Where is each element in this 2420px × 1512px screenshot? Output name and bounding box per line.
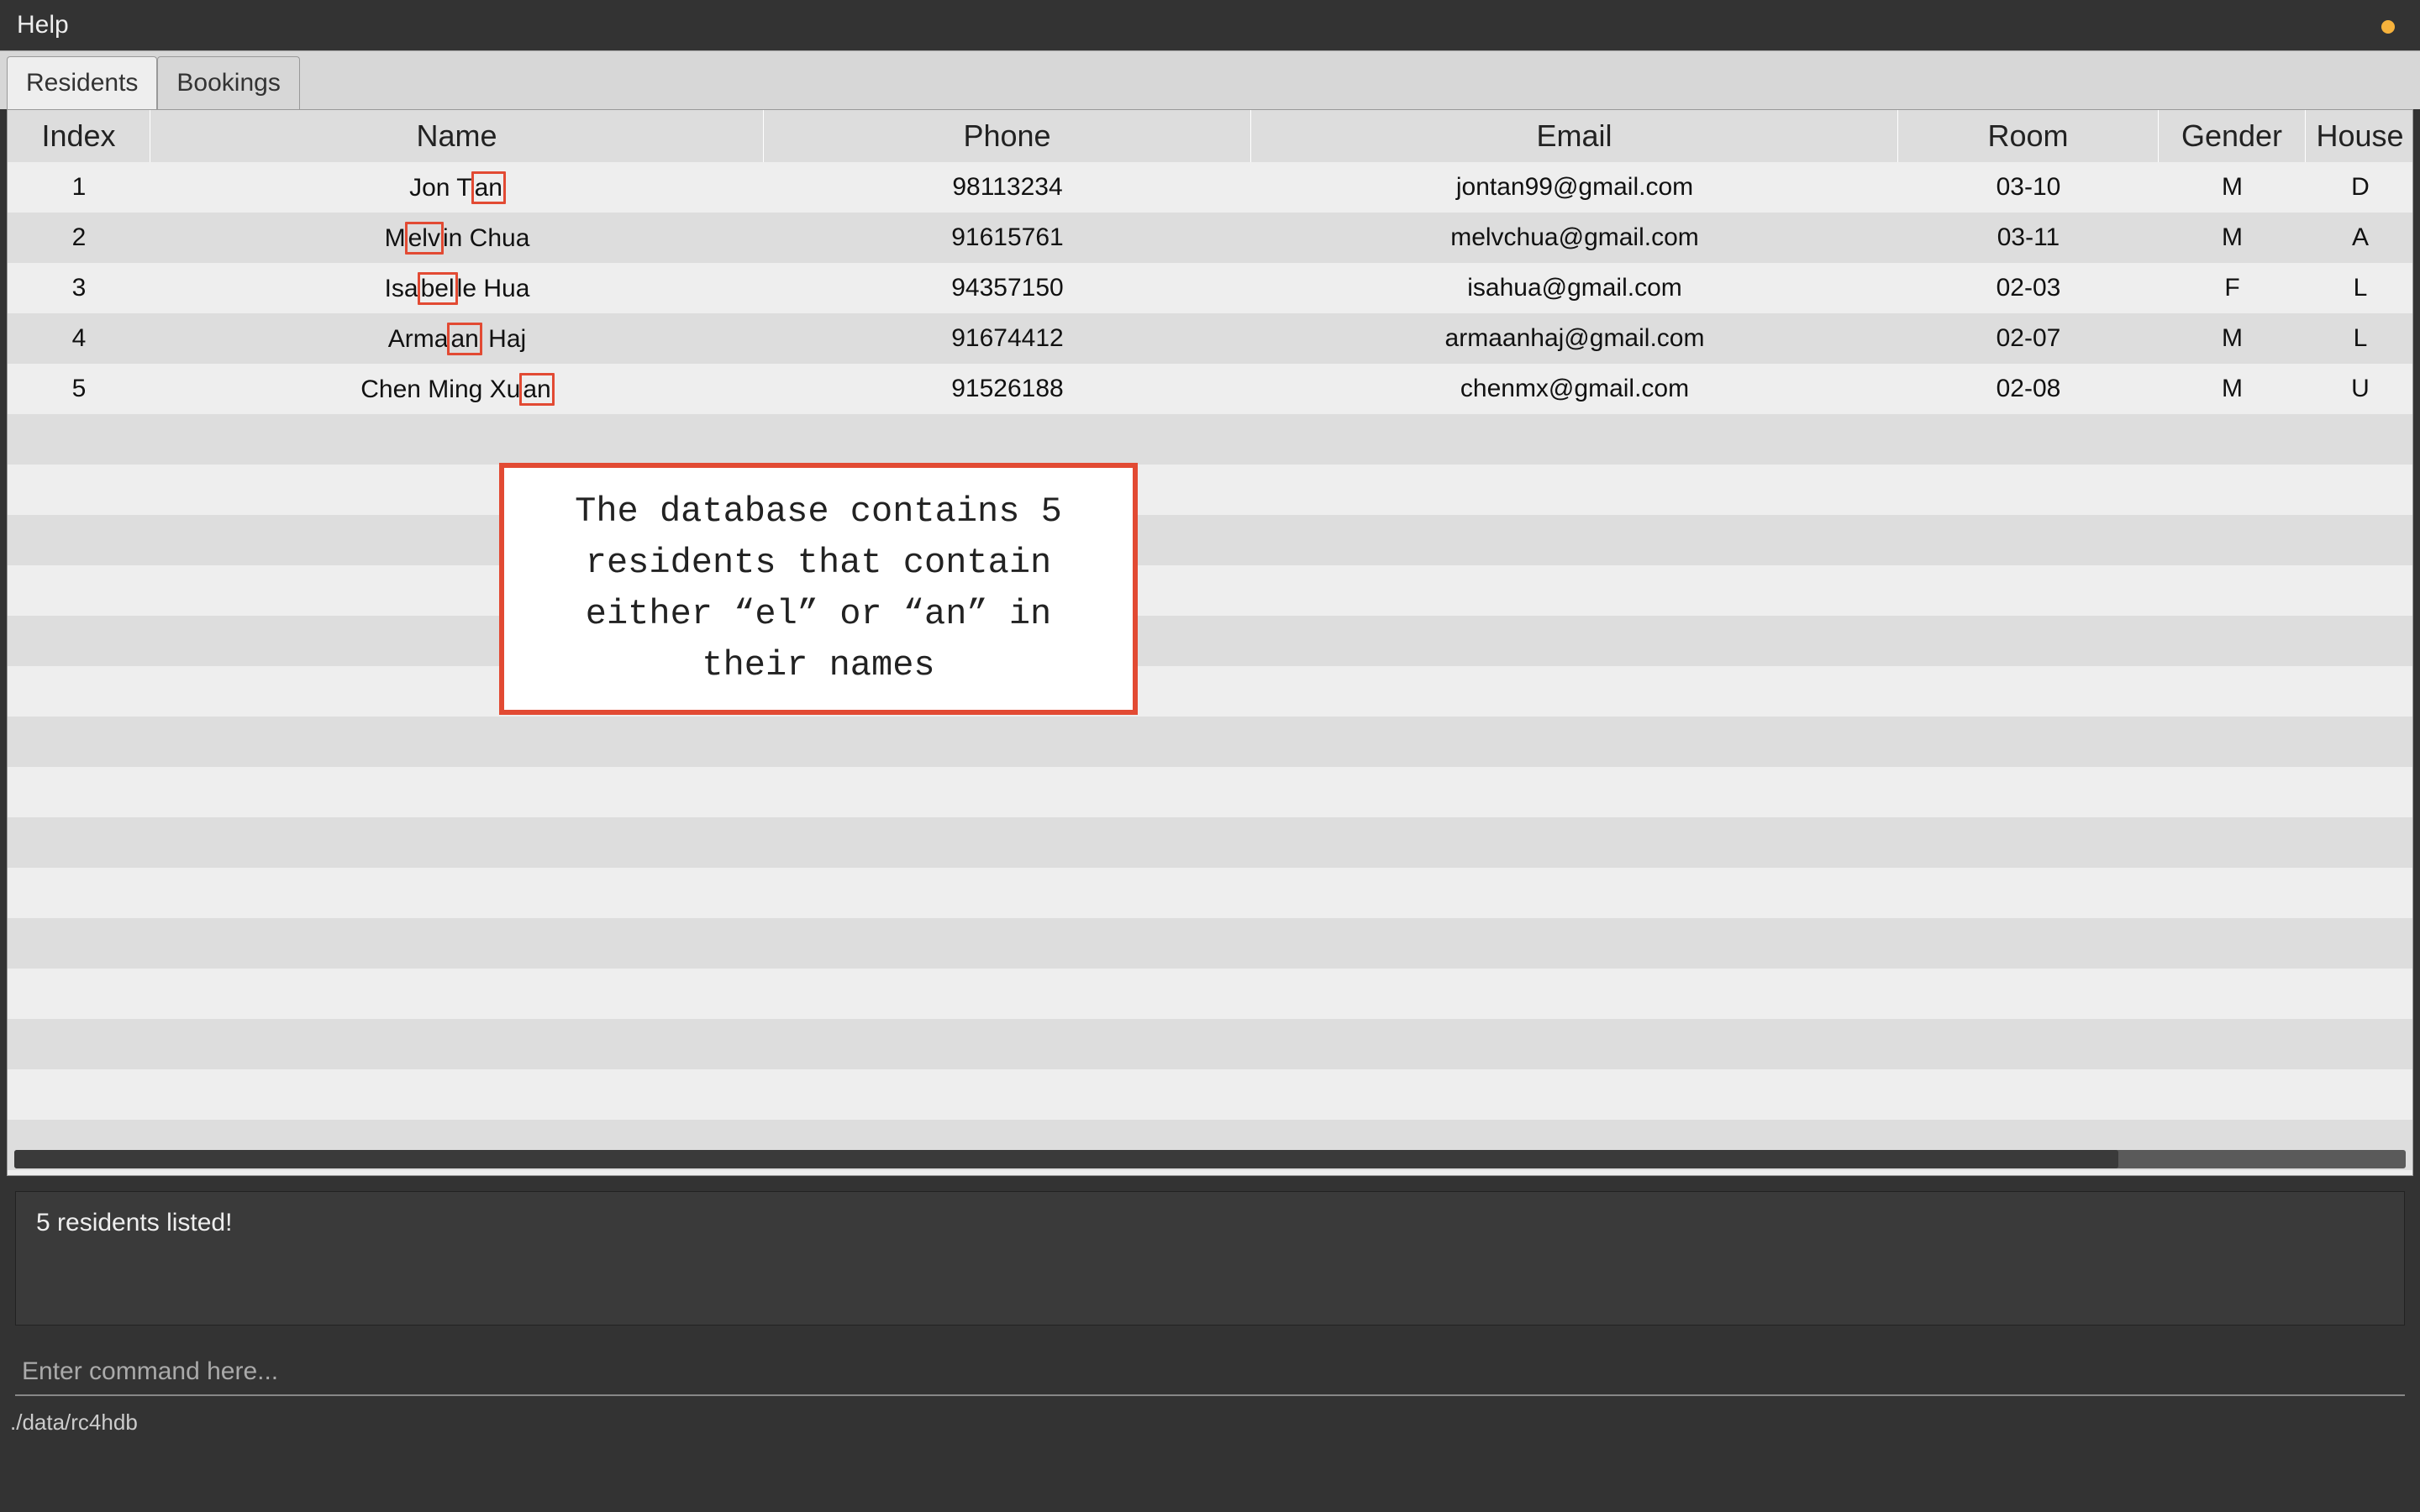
table-row-empty [8, 969, 2413, 1019]
cell-room: 02-08 [1898, 364, 2159, 414]
col-house[interactable]: House [2306, 110, 2413, 162]
cell-gender: F [2159, 263, 2306, 313]
table-row-empty [8, 414, 2413, 465]
highlight: bel [418, 272, 458, 305]
cell-index: 4 [8, 313, 150, 364]
cell-name: Chen Ming Xuan [150, 364, 764, 414]
cell-index: 5 [8, 364, 150, 414]
menu-help[interactable]: Help [17, 11, 69, 39]
cell-house: D [2306, 162, 2413, 213]
table-row-empty [8, 515, 2413, 565]
cell-house: L [2306, 263, 2413, 313]
cell-email: isahua@gmail.com [1251, 263, 1898, 313]
tab-residents[interactable]: Residents [7, 56, 157, 109]
table-row[interactable]: 4Armaan Haj91674412armaanhaj@gmail.com02… [8, 313, 2413, 364]
cell-name: Melvin Chua [150, 213, 764, 263]
cell-index: 2 [8, 213, 150, 263]
highlight: an [447, 323, 481, 355]
col-room[interactable]: Room [1898, 110, 2159, 162]
table-row-empty [8, 1170, 2413, 1176]
table-row[interactable]: 5Chen Ming Xuan91526188chenmx@gmail.com0… [8, 364, 2413, 414]
table-row[interactable]: 2Melvin Chua91615761melvchua@gmail.com03… [8, 213, 2413, 263]
cell-phone: 91526188 [764, 364, 1251, 414]
col-index[interactable]: Index [8, 110, 150, 162]
col-gender[interactable]: Gender [2159, 110, 2306, 162]
table-row-empty [8, 767, 2413, 817]
cell-gender: M [2159, 162, 2306, 213]
cell-name: Isabelle Hua [150, 263, 764, 313]
table-row-empty [8, 1019, 2413, 1069]
cell-room: 02-07 [1898, 313, 2159, 364]
command-input-container[interactable] [15, 1349, 2405, 1396]
status-message: 5 residents listed! [36, 1209, 232, 1236]
table-row-empty [8, 616, 2413, 666]
table-row-empty [8, 565, 2413, 616]
cell-room: 03-10 [1898, 162, 2159, 213]
cell-index: 3 [8, 263, 150, 313]
cell-house: A [2306, 213, 2413, 263]
cell-phone: 91674412 [764, 313, 1251, 364]
cell-email: chenmx@gmail.com [1251, 364, 1898, 414]
residents-table: Index Name Phone Email Room Gender House… [8, 110, 2413, 1176]
cell-phone: 91615761 [764, 213, 1251, 263]
table-row[interactable]: 1Jon Tan98113234jontan99@gmail.com03-10M… [8, 162, 2413, 213]
status-message-box: 5 residents listed! [15, 1191, 2405, 1326]
annotation-callout: The database contains 5 residents that c… [499, 463, 1138, 715]
table-row-empty [8, 465, 2413, 515]
cell-email: melvchua@gmail.com [1251, 213, 1898, 263]
table-header-row: Index Name Phone Email Room Gender House… [8, 110, 2413, 162]
table-row-empty [8, 666, 2413, 717]
col-email[interactable]: Email [1251, 110, 1898, 162]
highlight: an [471, 171, 506, 204]
cell-phone: 98113234 [764, 162, 1251, 213]
col-name[interactable]: Name [150, 110, 764, 162]
cell-name: Armaan Haj [150, 313, 764, 364]
highlight: an [519, 373, 554, 406]
cell-email: jontan99@gmail.com [1251, 162, 1898, 213]
cell-gender: M [2159, 313, 2306, 364]
cell-house: L [2306, 313, 2413, 364]
cell-room: 03-11 [1898, 213, 2159, 263]
cell-name: Jon Tan [150, 162, 764, 213]
tabbar: Residents Bookings [0, 50, 2420, 109]
cell-gender: M [2159, 213, 2306, 263]
highlight: elv [405, 222, 444, 255]
table-row-empty [8, 1069, 2413, 1120]
col-phone[interactable]: Phone [764, 110, 1251, 162]
titlebar: Help [0, 0, 2420, 50]
table-row[interactable]: 3Isabelle Hua94357150isahua@gmail.com02-… [8, 263, 2413, 313]
cell-index: 1 [8, 162, 150, 213]
table-row-empty [8, 868, 2413, 918]
tab-bookings[interactable]: Bookings [157, 56, 299, 109]
table-row-empty [8, 817, 2413, 868]
cell-house: U [2306, 364, 2413, 414]
cell-room: 02-03 [1898, 263, 2159, 313]
horizontal-scrollbar[interactable] [14, 1150, 2406, 1168]
command-input[interactable] [22, 1357, 2398, 1386]
table-row-empty [8, 918, 2413, 969]
horizontal-scroll-thumb[interactable] [14, 1150, 2118, 1168]
cell-gender: M [2159, 364, 2306, 414]
footer-path: ./data/rc4hdb [0, 1396, 2420, 1436]
cell-phone: 94357150 [764, 263, 1251, 313]
table-container: Index Name Phone Email Room Gender House… [7, 109, 2413, 1176]
table-row-empty [8, 717, 2413, 767]
window-minimize-icon[interactable] [2381, 20, 2395, 34]
cell-email: armaanhaj@gmail.com [1251, 313, 1898, 364]
